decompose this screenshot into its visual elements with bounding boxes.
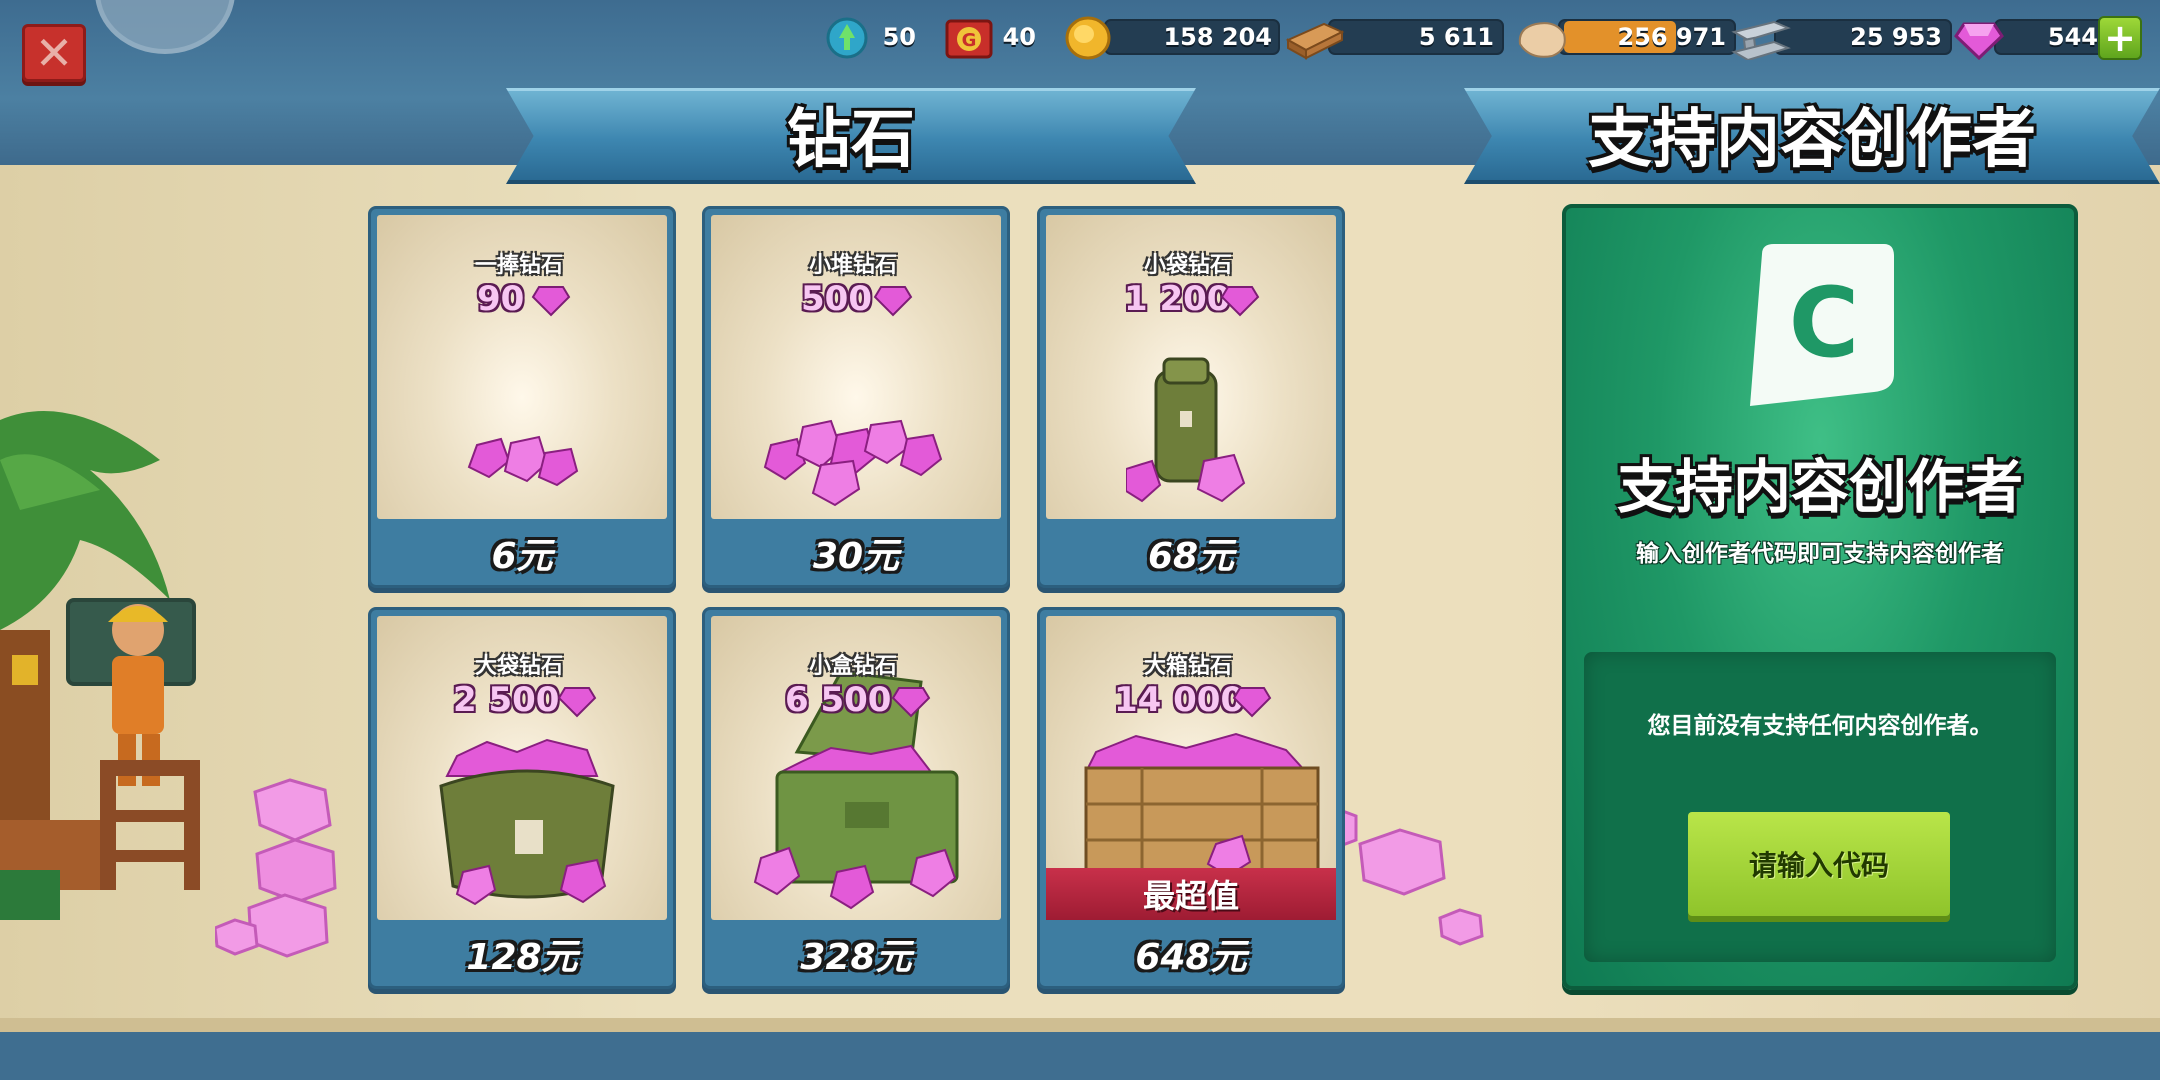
skill-token-value: 50 bbox=[882, 23, 916, 51]
gem-handful-icon bbox=[467, 435, 579, 487]
large-bag-icon bbox=[439, 738, 615, 906]
creator-logo-icon: C bbox=[1750, 244, 1894, 406]
svg-text:G: G bbox=[962, 30, 977, 51]
gold-token-icon: G bbox=[945, 19, 993, 59]
diamond-pack-4[interactable]: 大袋钻石 2 500 128元 bbox=[368, 607, 676, 989]
creator-panel: C 支持内容创作者 输入创作者代码即可支持内容创作者 您目前没有支持任何内容创作… bbox=[1562, 204, 2078, 990]
pack-5-price: 328元 bbox=[800, 937, 912, 978]
gem-pile-left bbox=[215, 778, 337, 958]
creator-logo-letter: C bbox=[1789, 267, 1859, 379]
pack-4-name: 大袋钻石 bbox=[474, 654, 563, 679]
pack-6-name: 大箱钻石 bbox=[1143, 654, 1232, 679]
diamond-pack-3[interactable]: 小袋钻石 1 200 68元 bbox=[1037, 206, 1345, 588]
close-button[interactable]: ✕ bbox=[22, 24, 86, 82]
pack-2-amount: 500 bbox=[801, 279, 872, 319]
best-value-badge: 最超值 bbox=[1046, 868, 1336, 920]
iron-value: 25 953 bbox=[1850, 23, 1942, 51]
stone-value: 256 971 bbox=[1617, 23, 1726, 51]
pack-5-amount: 6 500 bbox=[785, 680, 892, 720]
diamond-pack-1[interactable]: 一捧钻石 90 6元 bbox=[368, 206, 676, 588]
skill-token-icon bbox=[826, 17, 868, 59]
small-bag-icon bbox=[1126, 357, 1246, 503]
resource-wood: 5 611 bbox=[1284, 14, 1504, 60]
pack-4-amount: 2 500 bbox=[453, 680, 560, 720]
creator-title: 支持内容创作者 bbox=[1588, 103, 2036, 177]
pack-4-price: 128元 bbox=[466, 937, 578, 978]
add-diamonds-button[interactable]: + bbox=[2098, 16, 2142, 60]
enter-code-button[interactable]: 请输入代码 bbox=[1688, 812, 1950, 916]
pack-3-name: 小袋钻石 bbox=[1143, 253, 1232, 278]
gold-token-value: 40 bbox=[1002, 23, 1036, 51]
creator-status-box: 您目前没有支持任何内容创作者。 请输入代码 bbox=[1584, 652, 2056, 962]
resource-gold: 158 204 bbox=[1064, 14, 1282, 60]
builder-scenery bbox=[0, 411, 200, 920]
gem-pile-right bbox=[1340, 808, 1484, 946]
diamonds-value: 544 bbox=[2047, 23, 2098, 51]
pack-3-amount: 1 200 bbox=[1124, 279, 1231, 319]
diamond-icon bbox=[1232, 687, 1272, 718]
resource-diamonds: 544 + bbox=[1954, 14, 2160, 60]
diamond-icon bbox=[1220, 286, 1260, 317]
floor-edge bbox=[0, 1018, 2160, 1032]
creator-status-text: 您目前没有支持任何内容创作者。 bbox=[1647, 713, 1993, 739]
diamond-icon bbox=[891, 687, 931, 718]
pack-2-name: 小堆钻石 bbox=[808, 253, 897, 278]
pack-2-price: 30元 bbox=[812, 536, 900, 577]
resource-iron: 25 953 bbox=[1730, 14, 1952, 60]
pack-1-name: 一捧钻石 bbox=[474, 253, 563, 278]
creator-subtitle: 输入创作者代码即可支持内容创作者 bbox=[1636, 541, 2004, 567]
gem-pile-icon bbox=[763, 419, 943, 507]
creator-heading: 支持内容创作者 bbox=[1616, 453, 2023, 521]
diamond-pack-5[interactable]: 小盒钻石 6 500 328元 bbox=[702, 607, 1010, 989]
pack-3-price: 68元 bbox=[1147, 536, 1235, 577]
wood-value: 5 611 bbox=[1418, 23, 1494, 51]
pack-6-price: 648元 bbox=[1135, 937, 1247, 978]
gold-value: 158 204 bbox=[1163, 23, 1272, 51]
bottom-bar bbox=[0, 1032, 2160, 1080]
pack-6-amount: 14 000 bbox=[1114, 680, 1245, 720]
diamond-icon bbox=[557, 687, 597, 718]
diamond-icon bbox=[531, 286, 571, 317]
resource-skill-token: 50 bbox=[824, 14, 924, 60]
pack-5-name: 小盒钻石 bbox=[808, 654, 897, 679]
resource-stone: 256 971 bbox=[1514, 14, 1736, 60]
pack-1-price: 6元 bbox=[491, 536, 553, 577]
diamond-pack-6[interactable]: 大箱钻石 14 000 最超值 648元 bbox=[1037, 607, 1345, 989]
resource-gold-token: G 40 bbox=[944, 14, 1044, 60]
diamonds-title: 钻石 bbox=[787, 103, 915, 177]
diamond-pack-2[interactable]: 小堆钻石 500 30元 bbox=[702, 206, 1010, 588]
large-crate-icon bbox=[1084, 732, 1320, 872]
pack-1-amount: 90 bbox=[477, 279, 525, 319]
diamond-icon bbox=[873, 286, 913, 317]
